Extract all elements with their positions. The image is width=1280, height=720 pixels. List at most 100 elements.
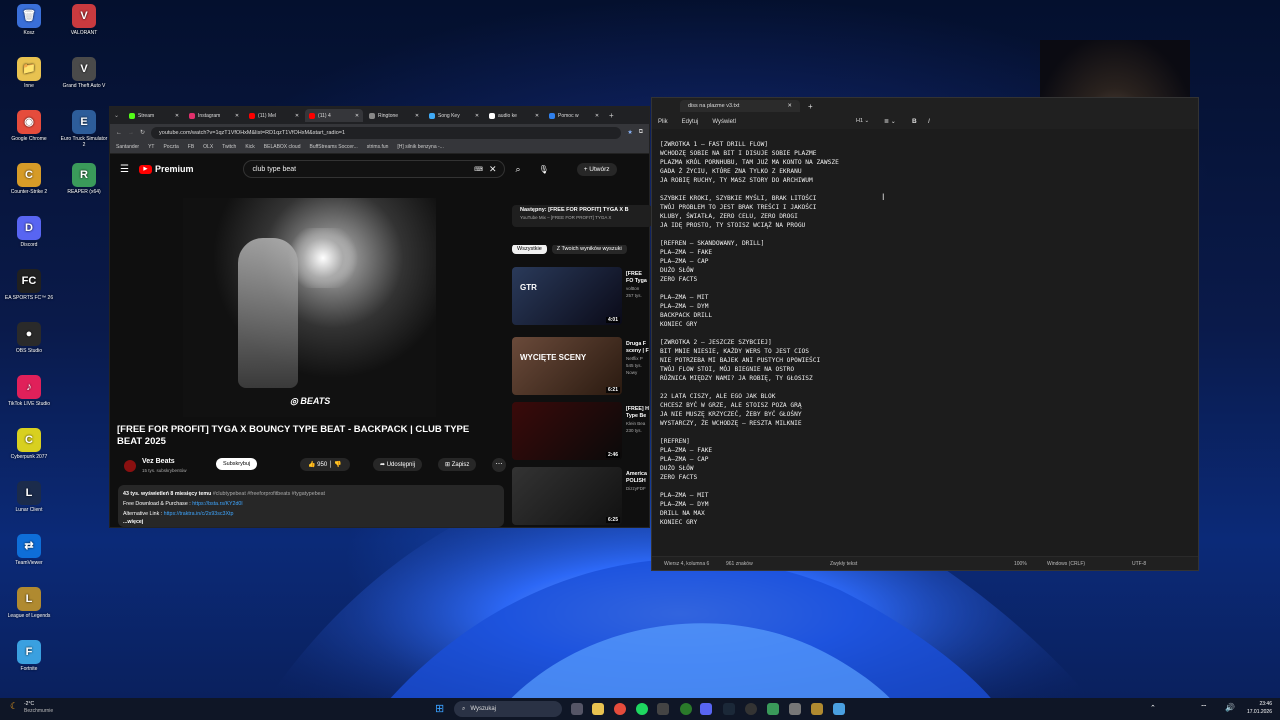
- tray-chevron-icon[interactable]: ⌃: [1150, 704, 1156, 712]
- misc-app-icon[interactable]: [789, 703, 801, 715]
- heading-dropdown[interactable]: H1 ⌄: [856, 118, 869, 124]
- close-tab-icon[interactable]: ✕: [787, 103, 792, 109]
- desktop-icon[interactable]: E Euro Truck Simulator 2: [59, 110, 109, 148]
- explorer-icon[interactable]: [592, 703, 604, 715]
- list-dropdown-icon[interactable]: ≣ ⌄: [884, 118, 896, 125]
- notepad-text-area[interactable]: [ZWROTKA 1 – FAST DRILL FLOW] WCHODZĘ SOB…: [660, 140, 839, 527]
- notepad-task-icon[interactable]: [833, 703, 845, 715]
- notepad-menu-item[interactable]: Wyświetl: [712, 119, 736, 125]
- desktop-icon[interactable]: ♪ TikTok LIVE Studio: [4, 375, 54, 407]
- desktop-icon[interactable]: 🗑 Kosz: [4, 4, 54, 36]
- desktop-icon[interactable]: 📁 Inne: [4, 57, 54, 89]
- app-icon[interactable]: [811, 703, 823, 715]
- recommendation-info[interactable]: Druga F sceny | F Netflix P 545 tys. Nowy: [626, 341, 650, 376]
- bookmark-item[interactable]: [H] silnik benzyna -...: [397, 144, 443, 150]
- youtube-logo[interactable]: ▶ Premium: [138, 164, 193, 174]
- desktop-icon[interactable]: C Cyberpunk 2077: [4, 428, 54, 460]
- browser-tab[interactable]: (11) 4 ✕: [305, 109, 364, 122]
- recommendation-thumbnail[interactable]: 2:46: [512, 402, 622, 460]
- bookmark-item[interactable]: BELABOX cloud: [264, 144, 301, 150]
- up-next[interactable]: Następny: [FREE FOR PROFIT] TYGA X B You…: [512, 205, 652, 227]
- browser-tab[interactable]: Ringtone ✕: [365, 109, 423, 122]
- bold-icon[interactable]: B: [912, 118, 917, 125]
- menu-icon[interactable]: ☰: [120, 164, 129, 175]
- more-actions-icon[interactable]: ⋯: [492, 458, 506, 472]
- obs-icon[interactable]: [745, 703, 757, 715]
- url-field[interactable]: youtube.com/watch?v=1qzT1VfOHxM&list=RD1…: [151, 126, 622, 139]
- bookmark-item[interactable]: YT: [148, 144, 154, 150]
- bookmark-item[interactable]: FB: [188, 144, 194, 150]
- bookmark-item[interactable]: Poczta: [163, 144, 178, 150]
- bookmark-item[interactable]: BuffStreams Soccer...: [309, 144, 357, 150]
- create-button[interactable]: + Utwórz: [576, 162, 617, 176]
- desktop-icon[interactable]: ● OBS Studio: [4, 322, 54, 354]
- back-icon[interactable]: ←: [116, 130, 122, 136]
- channel-name[interactable]: Vez Beats: [142, 458, 175, 465]
- bookmark-item[interactable]: Santander: [116, 144, 139, 150]
- tab-close-icon[interactable]: ✕: [175, 113, 179, 119]
- volume-icon[interactable]: 🔊: [1225, 703, 1235, 712]
- more-link[interactable]: ...więcej: [123, 517, 143, 527]
- browser-tab[interactable]: Stream ✕: [125, 109, 183, 122]
- network-icon[interactable]: ⌔: [1200, 703, 1208, 713]
- desktop-icon[interactable]: C Counter-Strike 2: [4, 163, 54, 195]
- spotify-icon[interactable]: [636, 703, 648, 715]
- video-player[interactable]: ◎ BEATS: [183, 198, 436, 417]
- bookmark-item[interactable]: Kick: [245, 144, 254, 150]
- status-zoom[interactable]: 100%: [1014, 561, 1027, 567]
- recommendation-info[interactable]: America POLISH DizzyFDF: [626, 471, 650, 492]
- task-view-icon[interactable]: [571, 703, 583, 715]
- desktop-icon[interactable]: FC EA SPORTS FC™ 26: [4, 269, 54, 301]
- desktop-icon[interactable]: F Fortnite: [4, 640, 54, 672]
- notepad-menu-item[interactable]: Edytuj: [682, 119, 699, 125]
- italic-icon[interactable]: I: [928, 118, 930, 125]
- new-tab-icon[interactable]: +: [808, 102, 813, 111]
- forward-icon[interactable]: →: [128, 130, 134, 136]
- notepad-tab[interactable]: diss na plazme v3.txt ✕: [680, 100, 800, 112]
- desktop-icon[interactable]: L League of Legends: [4, 587, 54, 619]
- bookmark-item[interactable]: strims.fun: [367, 144, 389, 150]
- clear-search-icon[interactable]: ✕: [489, 164, 497, 175]
- like-button[interactable]: 👍 950 │ 👎: [300, 458, 350, 471]
- bookmark-item[interactable]: Twitch: [222, 144, 236, 150]
- start-icon[interactable]: ⊞: [435, 702, 444, 715]
- description-box[interactable]: 43 tys. wyświetleń 8 miesięcy temu #club…: [118, 485, 504, 527]
- desktop-icon[interactable]: D Discord: [4, 216, 54, 248]
- chip-results[interactable]: Z Twoich wyników wyszuki: [551, 245, 627, 254]
- mic-icon[interactable]: 🎙: [539, 165, 549, 174]
- browser-tab[interactable]: Instagram ✕: [185, 109, 243, 122]
- reload-icon[interactable]: ↻: [140, 129, 145, 136]
- tab-close-icon[interactable]: ✕: [475, 113, 479, 119]
- tab-close-icon[interactable]: ✕: [295, 113, 299, 119]
- reaper-icon[interactable]: [767, 703, 779, 715]
- desktop-icon[interactable]: V VALORANT: [59, 4, 109, 36]
- taskbar-search[interactable]: ⌕ Wyszukaj: [454, 701, 562, 717]
- recommendation-thumbnail[interactable]: WYCIĘTE SCENY 6:21: [512, 337, 622, 395]
- star-icon[interactable]: ★: [627, 129, 632, 136]
- recommendation-info[interactable]: [FREE FO Tyga x C voltton 257 tys.: [626, 271, 650, 299]
- keyboard-icon[interactable]: ⌨: [474, 166, 483, 173]
- xbox-icon[interactable]: [680, 703, 692, 715]
- tab-close-icon[interactable]: ✕: [415, 113, 419, 119]
- chip-all[interactable]: Wszystkie: [512, 245, 547, 254]
- desktop-icon[interactable]: R REAPER (x64): [59, 163, 109, 195]
- tab-close-icon[interactable]: ✕: [355, 113, 359, 119]
- channel-avatar[interactable]: [124, 460, 136, 472]
- browser-tab[interactable]: audio ke ✕: [485, 109, 543, 122]
- browser-tab[interactable]: Song Key ✕: [425, 109, 483, 122]
- weather-widget[interactable]: ☾ -2°C Bezchmurnie: [10, 701, 53, 715]
- chrome-icon[interactable]: [614, 703, 626, 715]
- extensions-icon[interactable]: ⧉: [639, 129, 643, 136]
- alt-link[interactable]: https://traktra.in/c/2s93sc3Xtp: [164, 511, 234, 517]
- save-button[interactable]: ⊞ Zapisz: [438, 458, 477, 471]
- bookmark-item[interactable]: OLX: [203, 144, 213, 150]
- notepad-menu-item[interactable]: Plik: [658, 119, 668, 125]
- youtube-search-input[interactable]: club type beat ⌨ ✕: [243, 160, 506, 178]
- desktop-icon[interactable]: ⇄ TeamViewer: [4, 534, 54, 566]
- tab-close-icon[interactable]: ✕: [595, 113, 599, 119]
- calculator-icon[interactable]: [657, 703, 669, 715]
- desktop-icon[interactable]: V Grand Theft Auto V: [59, 57, 109, 89]
- tab-close-icon[interactable]: ✕: [235, 113, 239, 119]
- desktop-icon[interactable]: L Lunar Client: [4, 481, 54, 513]
- download-link[interactable]: https://bsta.rs/KY2d0l: [192, 501, 242, 507]
